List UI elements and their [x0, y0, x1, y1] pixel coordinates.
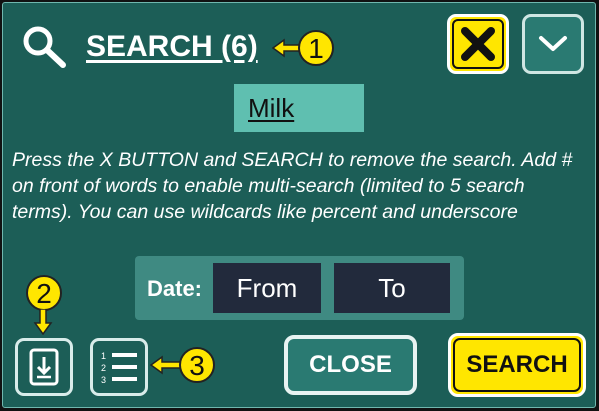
page-title: SEARCH (6): [86, 30, 258, 63]
svg-text:1: 1: [101, 351, 106, 361]
list-view-button[interactable]: 1 2 3: [90, 338, 148, 396]
help-text: Press the X BUTTON and SEARCH to remove …: [12, 149, 573, 223]
chevron-down-icon: [539, 36, 567, 51]
callout-arrow-3: [150, 355, 182, 375]
x-icon: [461, 27, 495, 61]
date-from-field[interactable]: From: [213, 263, 321, 313]
svg-text:2: 2: [101, 363, 106, 373]
date-label: Date:: [147, 276, 203, 301]
search-button-label: SEARCH: [466, 351, 568, 378]
search-input[interactable]: Milk: [234, 84, 364, 132]
date-to-field[interactable]: To: [334, 263, 450, 313]
search-button[interactable]: SEARCH: [448, 333, 586, 397]
callout-badge-3: 3: [179, 347, 215, 383]
date-filter: Date: From To: [135, 256, 464, 320]
search-icon: [23, 26, 66, 68]
download-button[interactable]: [15, 338, 73, 396]
callout-badge-2: 2: [26, 275, 62, 311]
clear-search-button[interactable]: [447, 14, 509, 74]
callout-arrow-2: [33, 309, 53, 335]
numbered-list-icon: 1 2 3: [101, 351, 137, 385]
expand-dropdown-button[interactable]: [522, 14, 584, 74]
download-icon: [29, 348, 59, 386]
svg-text:3: 3: [101, 375, 106, 385]
callout-badge-1: 1: [298, 30, 334, 66]
close-button[interactable]: CLOSE: [284, 335, 417, 395]
